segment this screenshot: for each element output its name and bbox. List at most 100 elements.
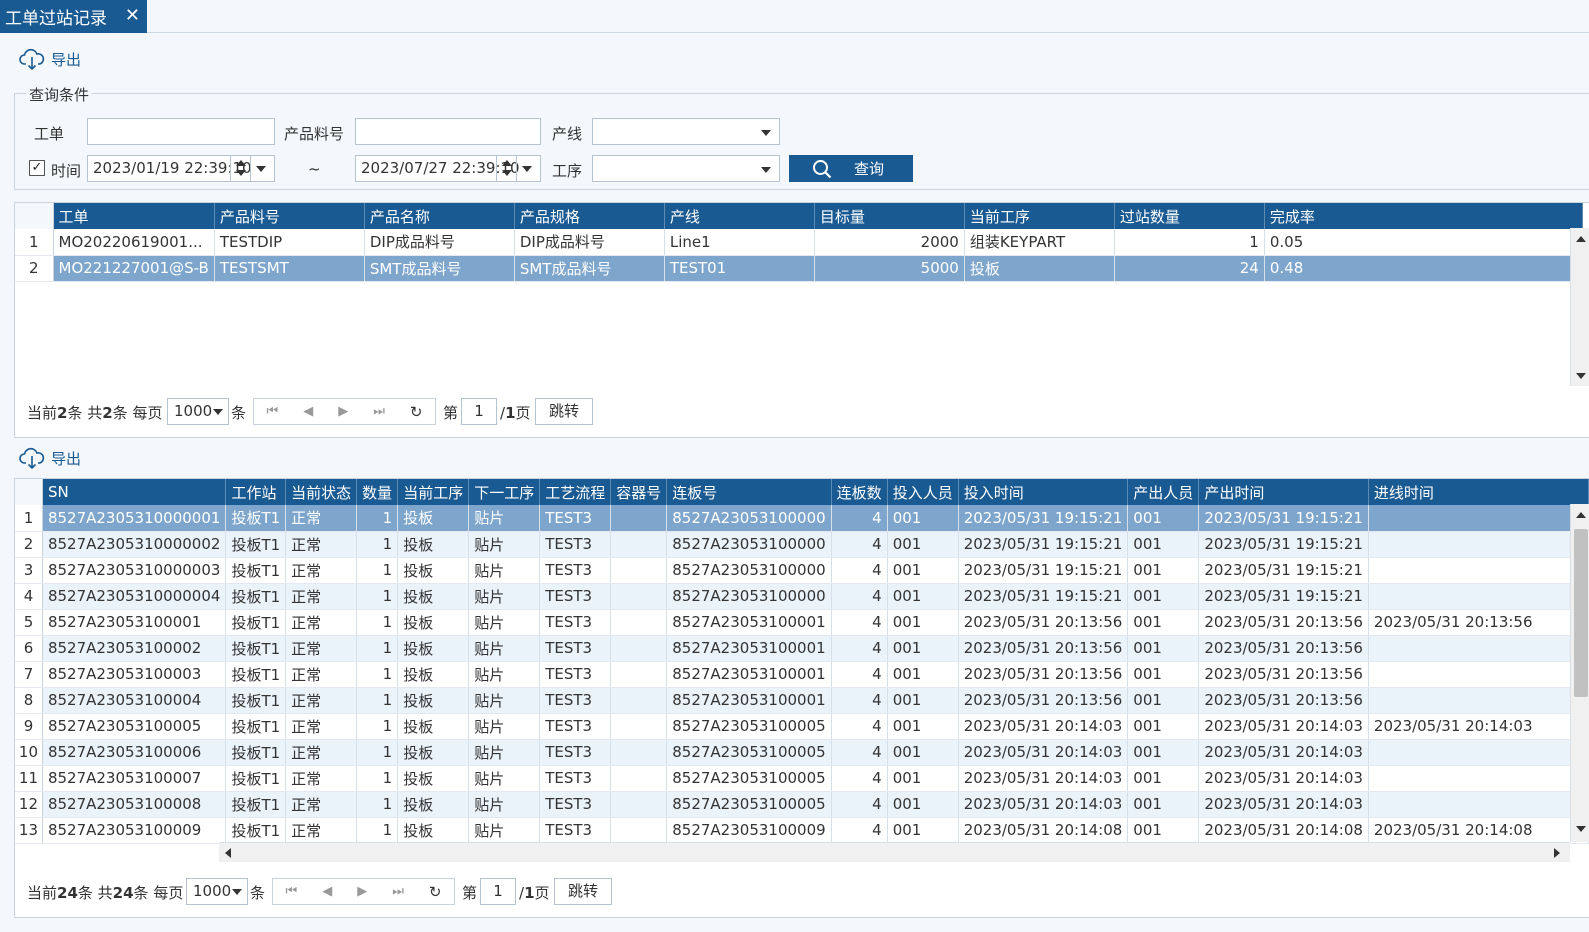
table-cell: 001: [887, 609, 959, 636]
column-header[interactable]: 工作站: [225, 479, 287, 505]
table-cell: 001: [887, 739, 959, 766]
chevron-down-icon[interactable]: [516, 156, 536, 181]
workorder-input[interactable]: [87, 118, 275, 145]
column-header[interactable]: 工艺流程: [539, 479, 612, 505]
table-row[interactable]: 2 MO221227001@S-B TESTSMT SMT成品料号 SMT成品料号 TES…: [15, 255, 1583, 282]
table-cell: [1368, 791, 1589, 818]
scroll-up-icon[interactable]: [1576, 236, 1586, 242]
column-header[interactable]: 当前状态: [285, 479, 358, 505]
table-row[interactable]: 3 8527A2305310000003 投板T1 正常 1 投板 贴片 TEST3 8527A…: [15, 557, 1589, 584]
page-number-input[interactable]: 1: [461, 398, 497, 425]
workorder-grid-vscroll[interactable]: [1570, 228, 1589, 386]
column-header[interactable]: 连板数: [831, 479, 888, 505]
process-select[interactable]: [592, 155, 780, 182]
scroll-right-icon[interactable]: [1554, 848, 1560, 858]
scroll-up-icon[interactable]: [1576, 512, 1586, 518]
table-cell: 投板: [397, 765, 470, 792]
time-to-picker[interactable]: 2023/07/27 22:39:10: [355, 155, 541, 182]
table-cell: [1368, 635, 1589, 662]
table-row[interactable]: 11 8527A23053100007 投板T1 正常 1 投板 贴片 TEST3 8527A2…: [15, 765, 1589, 792]
jump-button[interactable]: 跳转: [535, 398, 593, 425]
table-row[interactable]: 4 8527A2305310000004 投板T1 正常 1 投板 贴片 TEST3 8527A…: [15, 583, 1589, 610]
table-row[interactable]: 10 8527A23053100006 投板T1 正常 1 投板 贴片 TEST3 8527A2…: [15, 739, 1589, 766]
station-grid-vscroll[interactable]: [1570, 504, 1589, 842]
scroll-left-icon[interactable]: [225, 848, 231, 858]
column-header[interactable]: 数量: [356, 479, 399, 505]
column-header[interactable]: 产出时间: [1198, 479, 1369, 505]
table-row[interactable]: 2 8527A2305310000002 投板T1 正常 1 投板 贴片 TEST3 8527A…: [15, 531, 1589, 558]
column-header[interactable]: SN: [42, 479, 227, 505]
table-cell: 2023/05/31 19:15:21: [1198, 583, 1369, 610]
column-header[interactable]: 工单: [53, 203, 215, 229]
column-header[interactable]: 当前工序: [964, 203, 1115, 229]
chevron-down-icon[interactable]: [250, 156, 270, 181]
first-page-icon[interactable]: ⏮: [267, 404, 279, 419]
next-page-icon[interactable]: ▶: [338, 404, 348, 419]
table-row[interactable]: 5 8527A23053100001 投板T1 正常 1 投板 贴片 TEST3 8527A23…: [15, 609, 1589, 636]
refresh-icon[interactable]: ↻: [429, 883, 442, 901]
column-header[interactable]: 过站数量: [1114, 203, 1265, 229]
page-size-select[interactable]: 1000: [167, 398, 229, 425]
page-size-select[interactable]: 1000: [186, 878, 248, 905]
spinner-icon[interactable]: [230, 156, 250, 181]
line-select[interactable]: [592, 118, 780, 145]
first-page-icon[interactable]: ⏮: [286, 884, 298, 899]
spinner-icon[interactable]: [496, 156, 516, 181]
refresh-icon[interactable]: ↻: [410, 403, 423, 421]
chevron-down-icon: [761, 167, 771, 173]
column-header[interactable]: 产出人员: [1127, 479, 1200, 505]
table-cell: 正常: [285, 661, 358, 688]
export-button-top[interactable]: 导出: [19, 47, 81, 71]
column-header[interactable]: 下一工序: [468, 479, 541, 505]
table-cell: TEST3: [539, 505, 612, 532]
page-number-input[interactable]: 1: [480, 878, 516, 905]
export-button-bottom[interactable]: 导出: [19, 446, 81, 470]
table-cell: 2023/05/31 20:14:03: [1198, 739, 1369, 766]
next-page-icon[interactable]: ▶: [357, 884, 367, 899]
last-page-icon[interactable]: ⏭: [392, 884, 404, 899]
scroll-thumb[interactable]: [1574, 529, 1588, 697]
column-header[interactable]: 投入人员: [887, 479, 959, 505]
part-number-label: 产品料号: [284, 125, 345, 143]
column-header[interactable]: 目标量: [814, 203, 965, 229]
column-header[interactable]: 当前工序: [397, 479, 470, 505]
station-grid-hscroll[interactable]: [219, 842, 1570, 862]
scroll-down-icon[interactable]: [1576, 373, 1586, 379]
part-number-input[interactable]: [355, 118, 541, 145]
column-header[interactable]: 容器号: [610, 479, 668, 505]
table-row[interactable]: 12 8527A23053100008 投板T1 正常 1 投板 贴片 TEST3 8527A2…: [15, 791, 1589, 818]
column-header[interactable]: 产品料号: [214, 203, 365, 229]
table-cell: TEST3: [539, 557, 612, 584]
prev-page-icon[interactable]: ◀: [322, 884, 332, 899]
table-cell: 8527A23053100001: [666, 687, 832, 714]
last-page-icon[interactable]: ⏭: [373, 404, 385, 419]
time-checkbox[interactable]: ✓: [29, 160, 45, 176]
scroll-down-icon[interactable]: [1576, 826, 1586, 832]
station-record-grid: SN 工作站 当前状态 数量 当前工序 下一工序 工艺流程 容器号 连板号 连板数 投入人员 投入时间…: [14, 478, 1589, 867]
search-button[interactable]: 查询: [789, 155, 913, 182]
column-header[interactable]: 连板号: [666, 479, 832, 505]
table-row[interactable]: 8 8527A23053100004 投板T1 正常 1 投板 贴片 TEST3 8527A23…: [15, 687, 1589, 714]
table-row[interactable]: 1 MO20220619001... TESTDIP DIP成品料号 DIP成品料号 Li…: [15, 229, 1583, 256]
table-cell: 正常: [285, 609, 358, 636]
table-cell: SMT成品料号: [364, 255, 515, 282]
table-cell: TEST3: [539, 635, 612, 662]
time-from-picker[interactable]: 2023/01/19 22:39:10: [87, 155, 275, 182]
jump-button[interactable]: 跳转: [554, 878, 612, 905]
table-cell: 2023/05/31 20:14:03: [1368, 713, 1589, 740]
table-row[interactable]: 9 8527A23053100005 投板T1 正常 1 投板 贴片 TEST3 8527A23…: [15, 713, 1589, 740]
column-header[interactable]: 进线时间: [1368, 479, 1589, 505]
prev-page-icon[interactable]: ◀: [303, 404, 313, 419]
tab-workorder-station-record[interactable]: 工单过站记录 ✕: [0, 0, 147, 33]
table-row[interactable]: 1 8527A2305310000001 投板T1 正常 1 投板 贴片 TEST3 8527A…: [15, 505, 1589, 532]
table-cell: TEST3: [539, 817, 612, 844]
column-header[interactable]: 产线: [664, 203, 815, 229]
column-header[interactable]: 产品规格: [514, 203, 665, 229]
column-header[interactable]: 投入时间: [958, 479, 1129, 505]
table-row[interactable]: 13 8527A23053100009 投板T1 正常 1 投板 贴片 TEST3 8527A2…: [15, 817, 1589, 844]
close-icon[interactable]: ✕: [125, 5, 140, 26]
table-row[interactable]: 7 8527A23053100003 投板T1 正常 1 投板 贴片 TEST3 8527A23…: [15, 661, 1589, 688]
column-header[interactable]: 产品名称: [364, 203, 515, 229]
column-header[interactable]: 完成率: [1264, 203, 1583, 229]
table-row[interactable]: 6 8527A23053100002 投板T1 正常 1 投板 贴片 TEST3 8527A23…: [15, 635, 1589, 662]
